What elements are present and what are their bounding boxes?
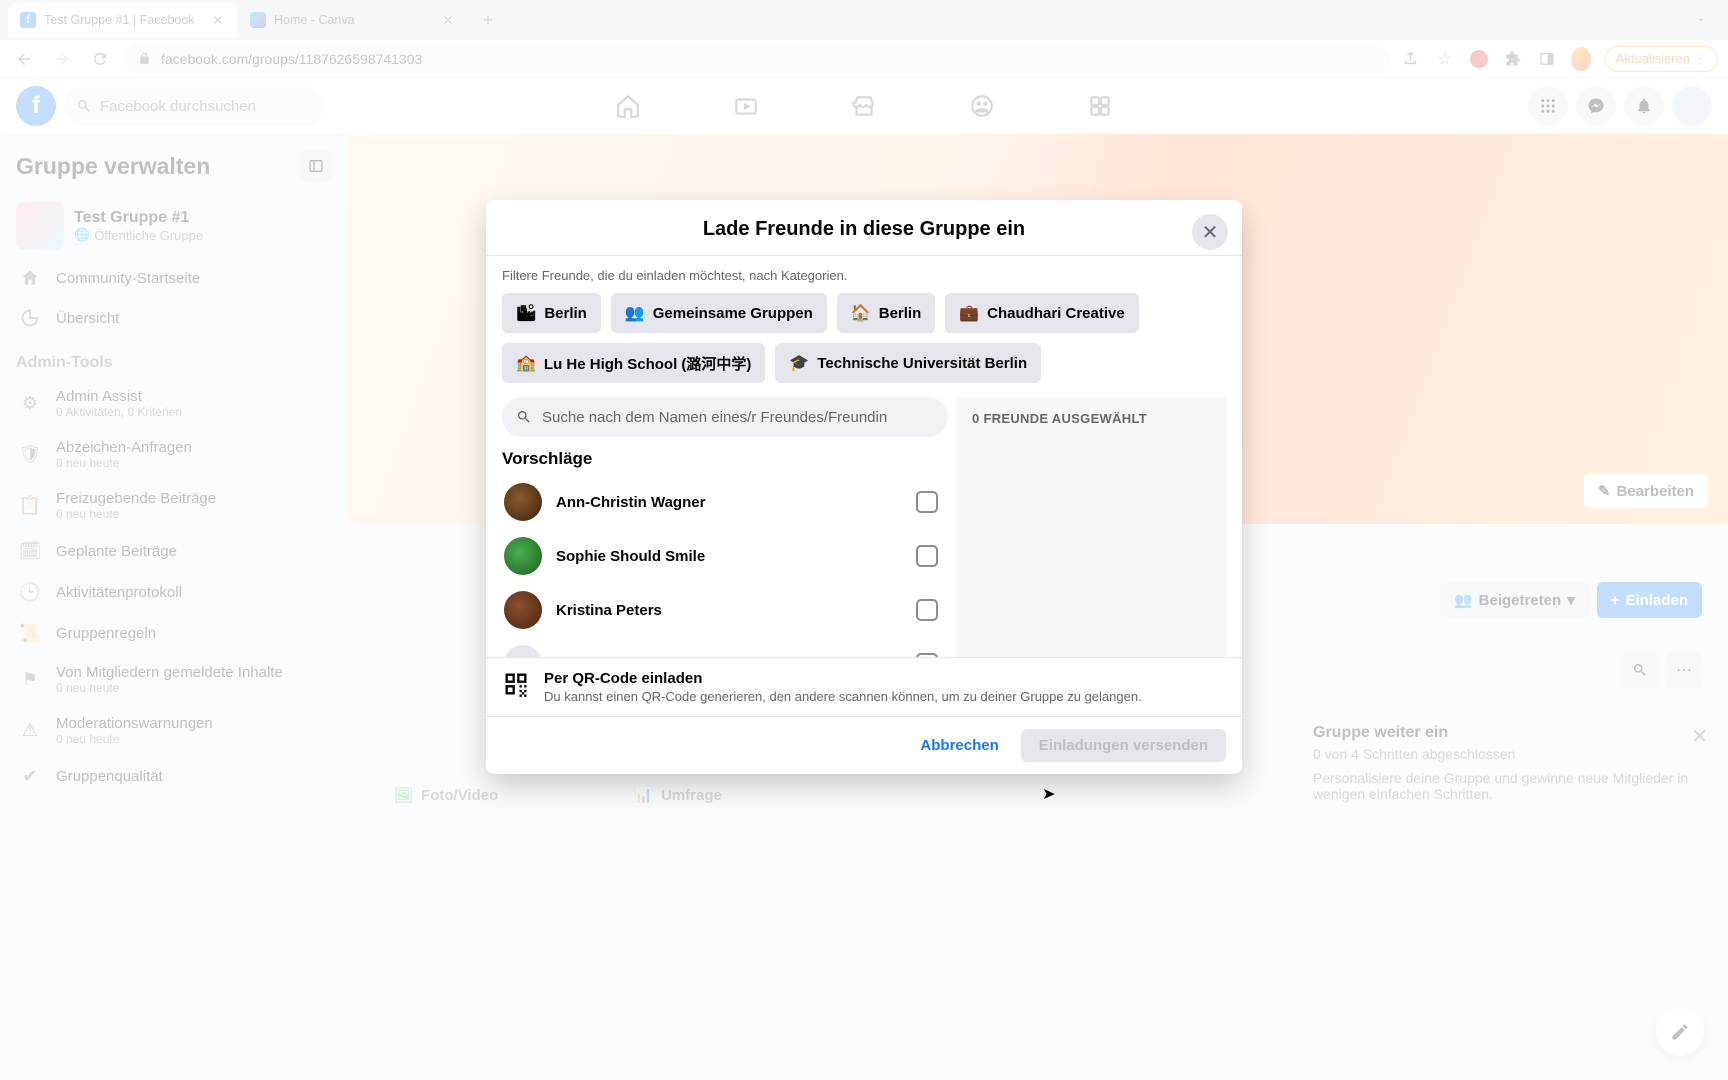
search-icon: [516, 409, 532, 425]
selected-pane: 0 FREUNDE AUSGEWÄHLT: [956, 397, 1226, 657]
qr-title: Per QR-Code einladen: [544, 670, 1142, 687]
friend-checkbox[interactable]: [916, 653, 938, 657]
qr-code-icon: [502, 670, 530, 698]
filter-chip-home[interactable]: 🏠Berlin: [837, 293, 935, 333]
friends-pane: Suche nach dem Namen eines/r Freundes/Fr…: [502, 397, 956, 657]
suggestions-heading: Vorschläge: [502, 449, 948, 469]
friend-row[interactable]: Suju Chaudhari: [502, 637, 948, 657]
qr-section[interactable]: Per QR-Code einladen Du kannst einen QR-…: [486, 657, 1242, 716]
filter-chip-city[interactable]: 🏙Berlin: [502, 293, 601, 333]
friend-avatar: [504, 645, 542, 657]
friend-search-input[interactable]: Suche nach dem Namen eines/r Freundes/Fr…: [502, 397, 948, 437]
friend-checkbox[interactable]: [916, 491, 938, 513]
modal-body: Filtere Freunde, die du einladen möchtes…: [486, 256, 1242, 657]
filter-chip-school-1[interactable]: 🏫Lu He High School (潞河中学): [502, 343, 765, 383]
friend-row[interactable]: Kristina Peters: [502, 583, 948, 637]
modal-footer: Abbrechen Einladungen versenden: [486, 716, 1242, 774]
home-icon: 🏠: [851, 303, 871, 323]
friend-avatar: [504, 591, 542, 629]
qr-description: Du kannst einen QR-Code generieren, den …: [544, 689, 1142, 704]
briefcase-icon: 💼: [959, 303, 979, 323]
filter-chip-school-2[interactable]: 🎓Technische Universität Berlin: [775, 343, 1041, 383]
filter-chip-work[interactable]: 💼Chaudhari Creative: [945, 293, 1138, 333]
modal-title: Lade Freunde in diese Gruppe ein: [546, 218, 1182, 241]
send-invites-button[interactable]: Einladungen versenden: [1021, 729, 1226, 762]
friend-avatar: [504, 483, 542, 521]
friend-row[interactable]: Sophie Should Smile: [502, 529, 948, 583]
friend-checkbox[interactable]: [916, 545, 938, 567]
modal-close-button[interactable]: ✕: [1192, 214, 1228, 250]
selected-count: 0 FREUNDE AUSGEWÄHLT: [972, 411, 1210, 426]
filter-chips: 🏙Berlin 👥Gemeinsame Gruppen 🏠Berlin 💼Cha…: [502, 293, 1226, 383]
city-icon: 🏙: [516, 303, 536, 323]
filter-chip-groups[interactable]: 👥Gemeinsame Gruppen: [611, 293, 827, 333]
friend-name: Sophie Should Smile: [556, 548, 902, 565]
cancel-button[interactable]: Abbrechen: [906, 729, 1012, 762]
invite-modal: Lade Freunde in diese Gruppe ein ✕ Filte…: [486, 200, 1242, 774]
school-icon: 🏫: [516, 353, 536, 373]
groups-icon: 👥: [625, 303, 645, 323]
friend-name: Suju Chaudhari: [556, 656, 902, 658]
friend-name: Ann-Christin Wagner: [556, 494, 902, 511]
friend-checkbox[interactable]: [916, 599, 938, 621]
search-placeholder: Suche nach dem Namen eines/r Freundes/Fr…: [542, 409, 887, 426]
modal-overlay[interactable]: Lade Freunde in diese Gruppe ein ✕ Filte…: [0, 0, 1728, 1080]
friend-avatar: [504, 537, 542, 575]
filter-hint: Filtere Freunde, die du einladen möchtes…: [502, 268, 1226, 283]
friend-name: Kristina Peters: [556, 602, 902, 619]
school-icon: 🎓: [789, 353, 809, 373]
modal-header: Lade Freunde in diese Gruppe ein ✕: [486, 200, 1242, 256]
friend-row[interactable]: Ann-Christin Wagner: [502, 475, 948, 529]
